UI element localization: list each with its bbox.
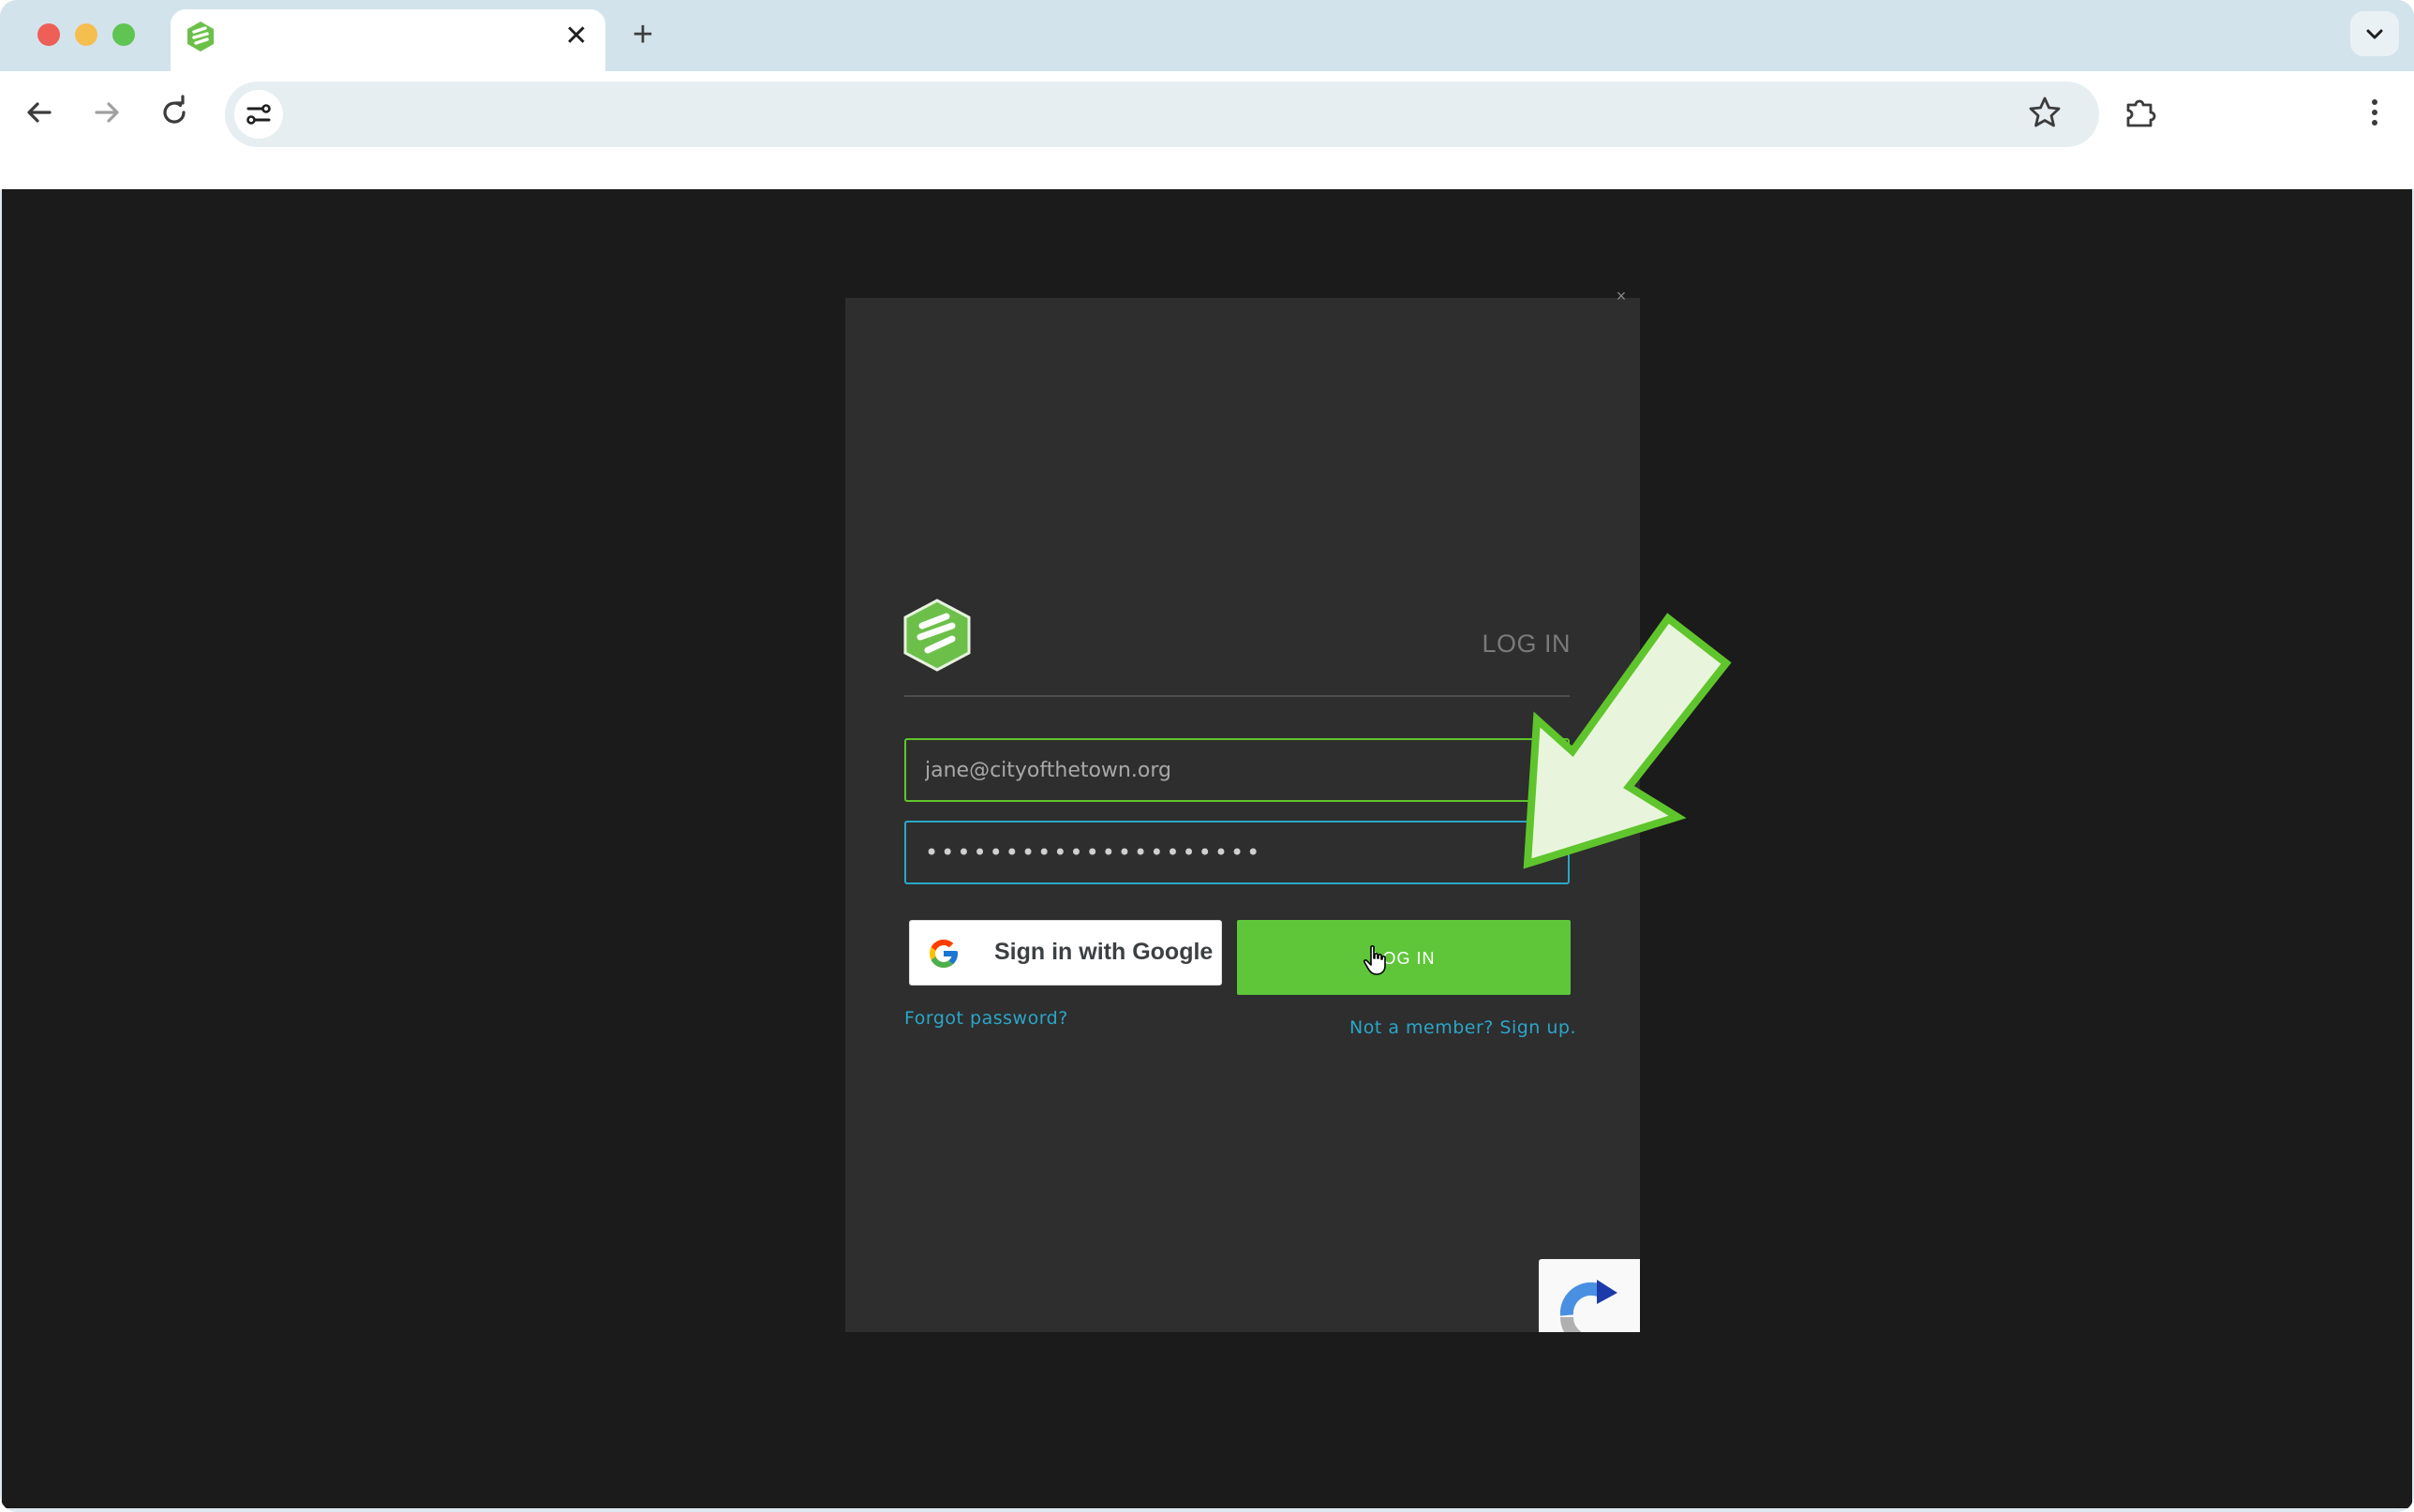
maximize-window-button[interactable] xyxy=(112,23,135,46)
site-info-button[interactable] xyxy=(234,90,283,139)
header-divider xyxy=(904,695,1570,697)
star-icon[interactable] xyxy=(2024,92,2065,133)
password-field[interactable] xyxy=(904,821,1570,884)
recaptcha-badge[interactable] xyxy=(1539,1259,1640,1332)
login-button[interactable]: LOG IN xyxy=(1237,920,1571,995)
google-sign-in-label: Sign in with Google xyxy=(994,939,1214,965)
site-logo-icon xyxy=(187,22,214,52)
tab-search-button[interactable] xyxy=(2350,11,2399,56)
brand-logo-icon xyxy=(903,599,971,672)
new-tab-button[interactable]: + xyxy=(624,17,662,54)
kebab-menu-icon[interactable] xyxy=(2354,92,2395,133)
url-input[interactable] xyxy=(300,93,1990,138)
recaptcha-icon xyxy=(1559,1280,1617,1332)
annotation-arrow-icon xyxy=(1523,613,1732,869)
tune-icon xyxy=(246,104,271,125)
minimize-window-button[interactable] xyxy=(75,23,97,46)
chevron-down-icon xyxy=(2366,29,2383,39)
close-window-button[interactable] xyxy=(37,23,60,46)
puzzle-icon[interactable] xyxy=(2120,92,2161,133)
email-field[interactable] xyxy=(904,738,1570,802)
close-tab-icon[interactable]: ✕ xyxy=(560,21,592,52)
browser-tab-active[interactable]: ✕ xyxy=(171,9,605,71)
signup-link[interactable]: Not a member? Sign up. xyxy=(1349,1017,1576,1038)
browser-window: ✕ + × LOG IN jane@cityofthetown.org ••••… xyxy=(0,0,2414,1512)
hand-cursor-icon xyxy=(1363,945,1386,975)
close-icon[interactable]: × xyxy=(1612,287,1631,305)
arrow-right-icon[interactable] xyxy=(86,92,127,133)
browser-toolbar xyxy=(0,71,2414,157)
google-logo-icon xyxy=(930,940,958,968)
google-sign-in-button[interactable]: Sign in with Google xyxy=(909,920,1222,986)
address-bar[interactable] xyxy=(225,82,2099,147)
forgot-password-link[interactable]: Forgot password? xyxy=(904,1008,1068,1029)
tab-strip: ✕ + xyxy=(0,0,2414,71)
reload-icon[interactable] xyxy=(154,92,195,133)
page-top-gap xyxy=(0,157,2414,189)
arrow-left-icon[interactable] xyxy=(19,92,60,133)
